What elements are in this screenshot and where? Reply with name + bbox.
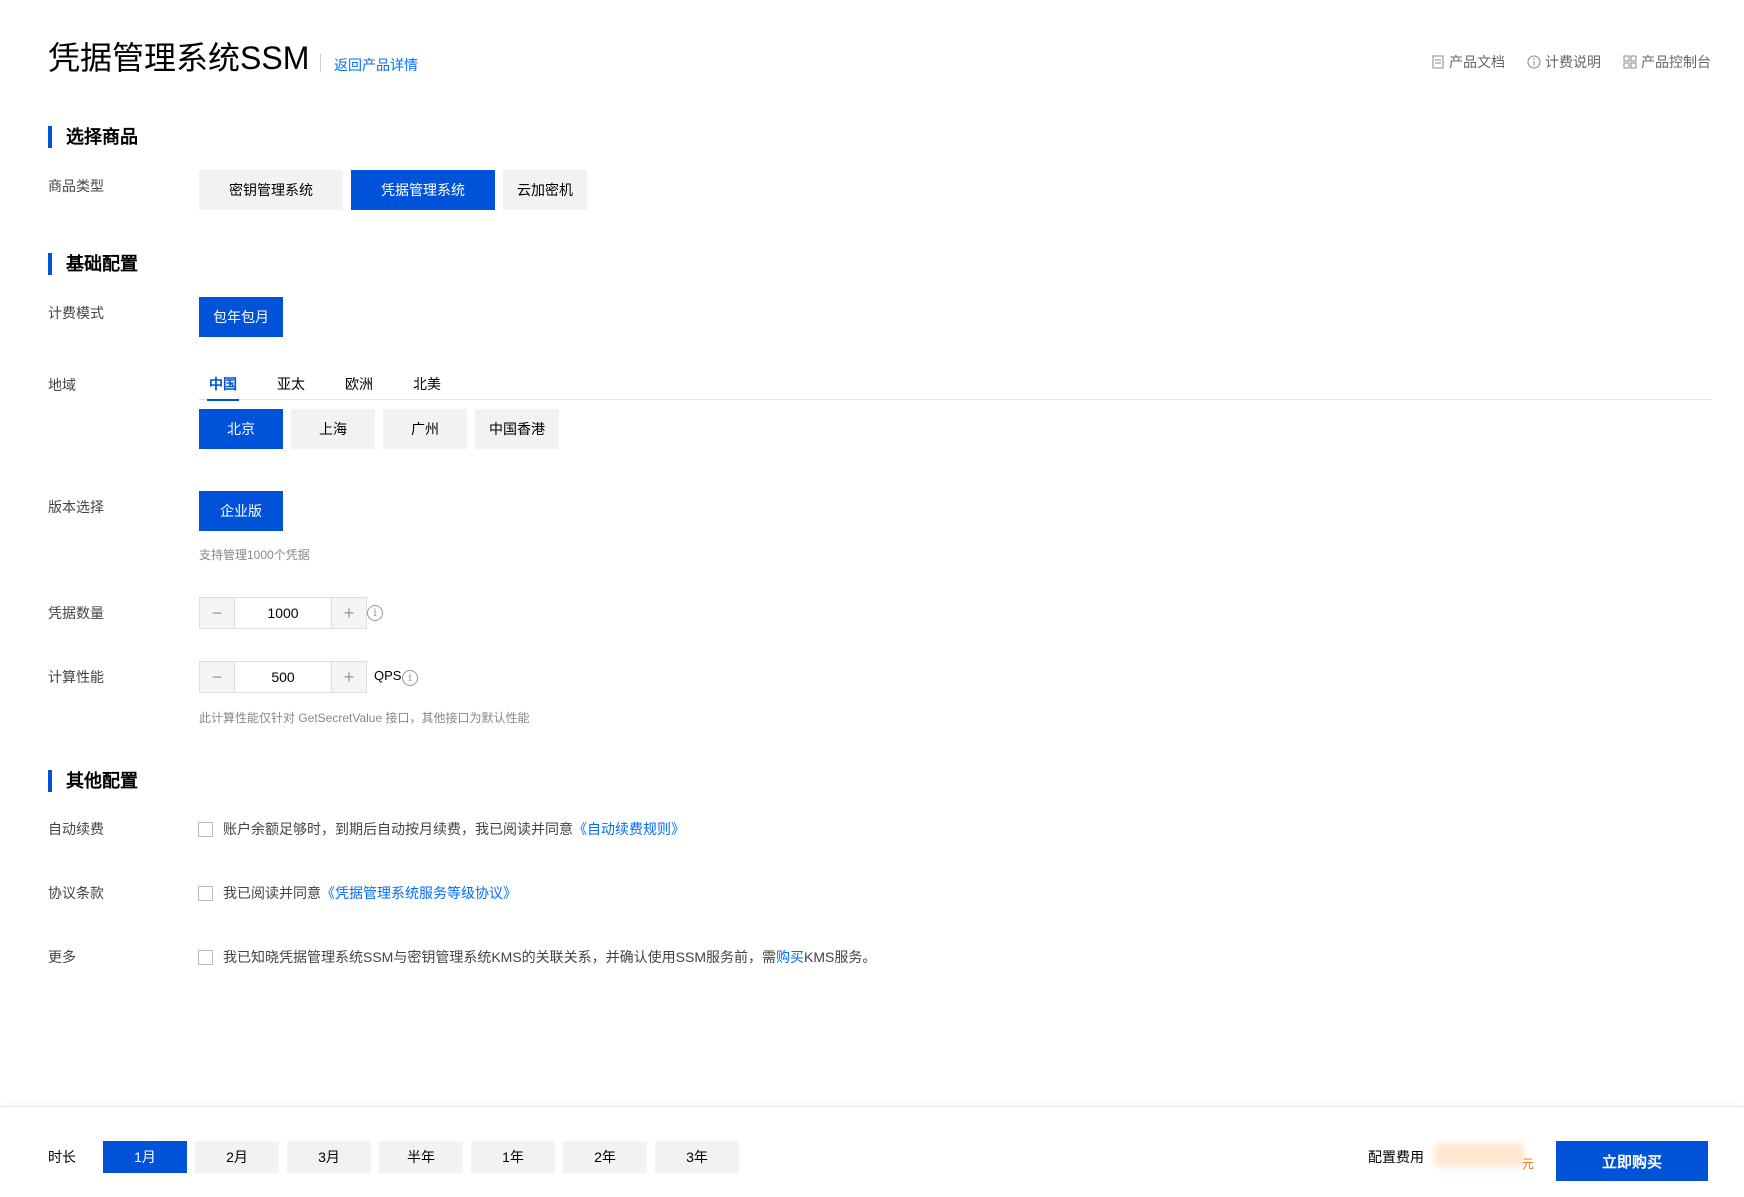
duration-label: 时长 xyxy=(48,1149,76,1165)
credential-count-value[interactable]: 1000 xyxy=(234,598,332,628)
performance-label: 计算性能 xyxy=(48,669,104,685)
document-icon xyxy=(1432,55,1444,69)
performance-decrement[interactable]: − xyxy=(200,662,234,692)
kms-relation-checkbox[interactable] xyxy=(198,949,213,965)
city-shanghai[interactable]: 上海 xyxy=(291,409,375,449)
section-title-other: 其他配置 xyxy=(48,770,138,792)
section-title-basic: 基础配置 xyxy=(48,253,138,275)
credential-count-label: 凭据数量 xyxy=(48,605,104,621)
kms-relation-text-end: KMS服务。 xyxy=(804,949,877,965)
billing-info-link[interactable]: 计费说明 xyxy=(1527,52,1601,72)
region-label: 地域 xyxy=(48,377,76,393)
edition-options: 企业版 xyxy=(199,491,283,531)
product-type-options: 密钥管理系统 凭据管理系统 云加密机 xyxy=(199,170,587,210)
duration-2-years[interactable]: 2年 xyxy=(563,1141,647,1173)
region-tab-china[interactable]: 中国 xyxy=(199,374,247,401)
credential-count-stepper: − 1000 + xyxy=(199,597,367,629)
city-options: 北京 上海 广州 中国香港 xyxy=(199,409,559,449)
product-type-label: 商品类型 xyxy=(48,178,104,194)
buy-now-button[interactable]: 立即购买 xyxy=(1556,1141,1708,1181)
product-type-cloudhsm[interactable]: 云加密机 xyxy=(503,170,587,210)
kms-relation-text: 我已知晓凭据管理系统SSM与密钥管理系统KMS的关联关系，并确认使用SSM服务前… xyxy=(223,949,777,965)
agreement-label: 协议条款 xyxy=(48,885,104,901)
buy-kms-link[interactable]: 购买 xyxy=(776,947,804,967)
more-label: 更多 xyxy=(48,949,76,965)
title-divider xyxy=(320,54,321,72)
agreement-text: 我已阅读并同意 xyxy=(223,885,321,901)
cost-value-blurred xyxy=(1434,1143,1524,1167)
region-tab-europe[interactable]: 欧洲 xyxy=(335,374,383,400)
auto-renew-checkbox[interactable] xyxy=(198,821,213,837)
top-links: 产品文档 计费说明 产品控制台 xyxy=(1431,52,1711,72)
duration-3-months[interactable]: 3月 xyxy=(287,1141,371,1173)
agreement-checkbox[interactable] xyxy=(198,885,213,901)
auto-renew-row: 账户余额足够时，到期后自动按月续费，我已阅读并同意 《自动续费规则》 xyxy=(198,819,685,839)
region-tab-asia-pacific[interactable]: 亚太 xyxy=(267,374,315,400)
billing-mode-label: 计费模式 xyxy=(48,305,104,321)
city-guangzhou[interactable]: 广州 xyxy=(383,409,467,449)
auto-renew-text: 账户余额足够时，到期后自动按月续费，我已阅读并同意 xyxy=(223,821,573,837)
billing-mode-options: 包年包月 xyxy=(199,297,283,337)
credential-count-increment[interactable]: + xyxy=(332,598,366,628)
auto-renew-rules-link[interactable]: 《自动续费规则》 xyxy=(573,819,685,839)
duration-1-month[interactable]: 1月 xyxy=(103,1141,187,1173)
duration-half-year[interactable]: 半年 xyxy=(379,1141,463,1173)
performance-increment[interactable]: + xyxy=(332,662,366,692)
agreement-row: 我已阅读并同意 《凭据管理系统服务等级协议》 xyxy=(198,883,517,903)
billing-info-label: 计费说明 xyxy=(1545,54,1601,70)
edition-label: 版本选择 xyxy=(48,499,104,515)
edition-hint: 支持管理1000个凭据 xyxy=(199,548,310,562)
section-title-product: 选择商品 xyxy=(48,126,138,148)
performance-stepper: − 500 + xyxy=(199,661,367,693)
cost-label: 配置费用 xyxy=(1368,1149,1424,1165)
product-docs-label: 产品文档 xyxy=(1449,54,1505,70)
credential-count-info-icon[interactable]: i xyxy=(367,605,383,621)
product-type-ssm[interactable]: 凭据管理系统 xyxy=(351,170,495,210)
info-icon xyxy=(1527,55,1541,69)
console-label: 产品控制台 xyxy=(1641,54,1711,70)
performance-hint: 此计算性能仅针对 GetSecretValue 接口，其他接口为默认性能 xyxy=(199,711,530,725)
auto-renew-label: 自动续费 xyxy=(48,821,104,837)
performance-info-icon[interactable]: i xyxy=(402,670,418,686)
billing-mode-monthly[interactable]: 包年包月 xyxy=(199,297,283,337)
page-header: 凭据管理系统SSM 返回产品详情 产品文档 计费说明 产品控制台 xyxy=(48,38,1744,82)
region-tab-north-america[interactable]: 北美 xyxy=(403,374,451,400)
grid-icon xyxy=(1623,55,1637,69)
product-docs-link[interactable]: 产品文档 xyxy=(1431,52,1505,72)
page-title: 凭据管理系统SSM xyxy=(48,40,310,76)
cost-unit: 元 xyxy=(1522,1157,1535,1171)
performance-value[interactable]: 500 xyxy=(234,662,332,692)
purchase-footer: 时长 1月 2月 3月 半年 1年 2年 3年 配置费用 元 立即购买 xyxy=(0,1106,1744,1197)
console-link[interactable]: 产品控制台 xyxy=(1623,52,1711,72)
edition-enterprise[interactable]: 企业版 xyxy=(199,491,283,531)
credential-count-decrement[interactable]: − xyxy=(200,598,234,628)
more-row: 我已知晓凭据管理系统SSM与密钥管理系统KMS的关联关系，并确认使用SSM服务前… xyxy=(198,947,876,967)
city-beijing[interactable]: 北京 xyxy=(199,409,283,449)
duration-options: 1月 2月 3月 半年 1年 2年 3年 xyxy=(103,1141,739,1173)
duration-3-years[interactable]: 3年 xyxy=(655,1141,739,1173)
performance-unit: QPS xyxy=(374,668,402,683)
back-to-product-link[interactable]: 返回产品详情 xyxy=(334,55,418,75)
duration-2-months[interactable]: 2月 xyxy=(195,1141,279,1173)
city-hongkong[interactable]: 中国香港 xyxy=(475,409,559,449)
duration-1-year[interactable]: 1年 xyxy=(471,1141,555,1173)
region-tabs: 中国 亚太 欧洲 北美 xyxy=(199,374,1711,401)
product-type-kms[interactable]: 密钥管理系统 xyxy=(199,170,343,210)
sla-link[interactable]: 《凭据管理系统服务等级协议》 xyxy=(321,883,517,903)
